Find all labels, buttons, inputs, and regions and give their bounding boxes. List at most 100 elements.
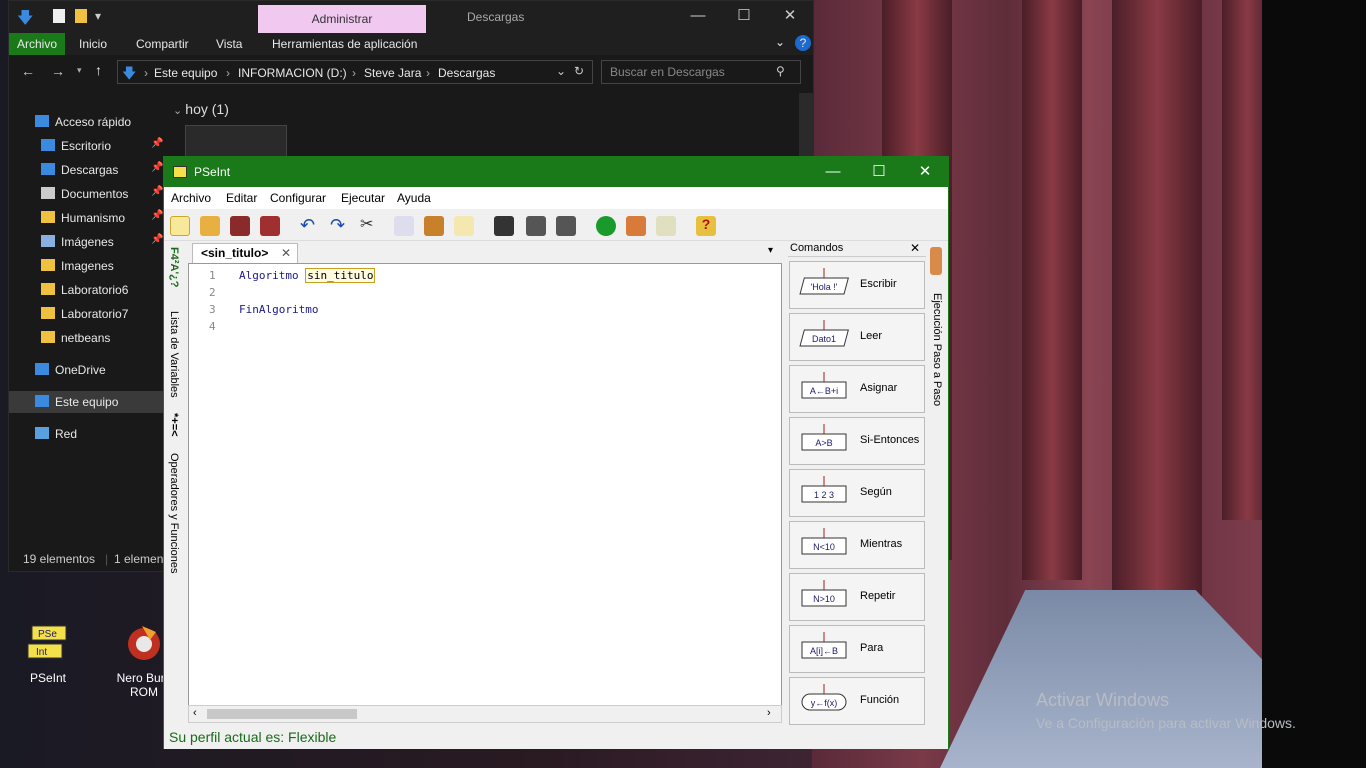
open-folder-icon[interactable] — [200, 216, 220, 236]
sidebar-item-documentos[interactable]: Documentos 📌 — [9, 183, 167, 205]
sidebar-item-netbeans[interactable]: netbeans — [9, 327, 167, 349]
new-folder-icon[interactable] — [75, 9, 87, 23]
sidebar-item-red[interactable]: Red — [9, 423, 167, 445]
close-icon[interactable]: ✕ — [767, 1, 813, 33]
help-icon[interactable]: ? — [795, 35, 811, 51]
tree-trunk — [1112, 0, 1202, 600]
redo-icon[interactable]: ↷ — [330, 216, 350, 236]
watermark-subtitle: Ve a Configuración para activar Windows. — [1036, 715, 1296, 731]
line-number: 4 — [209, 320, 216, 333]
save-icon[interactable] — [230, 216, 250, 236]
back-arrow-icon[interactable]: ← — [21, 63, 35, 79]
command-leer[interactable]: Dato1 Leer — [789, 313, 925, 361]
new-file-icon[interactable] — [170, 216, 190, 236]
scroll-left-icon[interactable]: ‹ — [193, 707, 197, 719]
commands-header: Comandos ✕ — [788, 241, 926, 257]
ribbon-tab-archivo[interactable]: Archivo — [9, 33, 65, 55]
sidebar-item-humanismo[interactable]: Humanismo 📌 — [9, 207, 167, 229]
command-escribir[interactable]: 'Hola !' Escribir — [789, 261, 925, 309]
desktop-icon-pseint[interactable]: PSe Int PSeInt — [8, 622, 88, 685]
undo-icon[interactable]: ↶ — [300, 216, 320, 236]
chevron-down-icon[interactable]: ⌄ — [775, 35, 785, 49]
search-input[interactable]: Buscar en Descargas ⚲ — [601, 60, 801, 84]
breadcrumb-item[interactable]: Steve Jara — [364, 66, 421, 80]
scroll-thumb[interactable] — [207, 709, 357, 719]
sidebar-item-label: netbeans — [61, 331, 111, 345]
find-icon[interactable] — [494, 216, 514, 236]
code-editor[interactable]: 1 Algoritmo sin_titulo 2 3 FinAlgoritmo … — [188, 263, 782, 723]
flowchart-icon[interactable] — [656, 216, 676, 236]
command-asignar[interactable]: A←B+i Asignar — [789, 365, 925, 413]
tab-ejecucion-paso-a-paso[interactable]: Ejecución Paso a Paso — [931, 293, 943, 406]
breadcrumb-item[interactable]: Este equipo — [154, 66, 217, 80]
sidebar-item-acceso-r-pido[interactable]: Acceso rápido — [9, 111, 167, 133]
explorer-scrollbar[interactable] — [799, 93, 813, 159]
close-icon[interactable]: ✕ — [902, 157, 948, 187]
paste-icon[interactable] — [424, 216, 444, 236]
sidebar-item-imagenes[interactable]: Imagenes — [9, 255, 167, 277]
sidebar-item-im-genes[interactable]: Imágenes 📌 — [9, 231, 167, 253]
command-si-entonces[interactable]: A>B Si-Entonces — [789, 417, 925, 465]
tab-operadores-y-funciones[interactable]: Operadores y Funciones — [168, 453, 180, 573]
sidebar-item-descargas[interactable]: Descargas 📌 — [9, 159, 167, 181]
command-repetir[interactable]: N>10 Repetir — [789, 573, 925, 621]
up-arrow-icon[interactable]: ↑ — [95, 62, 102, 78]
minimize-icon[interactable]: — — [810, 157, 856, 187]
minimize-icon[interactable]: — — [675, 1, 721, 33]
computer-icon — [35, 395, 49, 407]
editor-hscrollbar[interactable]: ‹ › — [188, 705, 782, 723]
menu-archivo[interactable]: Archivo — [171, 191, 211, 205]
navigation-pane: Acceso rápido Escritorio 📌 Descargas 📌 Docume… — [9, 93, 167, 543]
breadcrumb-separator: › — [352, 66, 356, 80]
tab-list-dropdown-icon[interactable]: ▾ — [768, 245, 773, 256]
maximize-icon[interactable]: ☐ — [721, 1, 767, 33]
chevron-down-icon[interactable]: ⌄ — [556, 64, 566, 78]
refresh-icon[interactable]: ↻ — [574, 64, 584, 78]
ribbon-tab-herramientas[interactable]: Herramientas de aplicación — [272, 37, 417, 51]
group-header[interactable]: ⌄ hoy (1) — [173, 101, 229, 117]
chevron-down-icon[interactable]: ▾ — [95, 9, 101, 23]
ribbon-tab-compartir[interactable]: Compartir — [136, 37, 189, 51]
save-as-icon[interactable] — [260, 216, 280, 236]
menu-ayuda[interactable]: Ayuda — [397, 191, 431, 205]
breadcrumb-item[interactable]: INFORMACION (D:) — [238, 66, 347, 80]
find-next-icon[interactable] — [556, 216, 576, 236]
ribbon-tab-inicio[interactable]: Inicio — [79, 37, 107, 51]
sidebar-item-este-equipo[interactable]: Este equipo — [9, 391, 167, 413]
copy-icon[interactable] — [394, 216, 414, 236]
file-thumbnail[interactable] — [185, 125, 287, 157]
ribbon-tab-vista[interactable]: Vista — [216, 37, 242, 51]
recent-dropdown-icon[interactable]: ▾ — [77, 65, 82, 76]
command-seg-n[interactable]: 1 2 3 Según — [789, 469, 925, 517]
cut-icon[interactable]: ✂ — [360, 216, 380, 236]
command-para[interactable]: A[i]←B Para — [789, 625, 925, 673]
run-icon[interactable] — [596, 216, 616, 236]
menu-editar[interactable]: Editar — [226, 191, 257, 205]
tab-sin-titulo[interactable]: <sin_titulo> ✕ — [192, 243, 298, 263]
close-tab-icon[interactable]: ✕ — [281, 246, 291, 260]
sidebar-item-laboratorio7[interactable]: Laboratorio7 — [9, 303, 167, 325]
sidebar-item-escritorio[interactable]: Escritorio 📌 — [9, 135, 167, 157]
step-by-step-icon[interactable] — [626, 216, 646, 236]
tab-lista-de-variables[interactable]: Lista de Variables — [168, 311, 180, 398]
close-icon[interactable]: ✕ — [910, 241, 920, 255]
command-mientras[interactable]: N<10 Mientras — [789, 521, 925, 569]
forward-arrow-icon[interactable]: → — [51, 63, 65, 79]
help-icon[interactable]: ? — [696, 216, 716, 236]
document-icon — [41, 187, 55, 199]
sidebar-item-laboratorio6[interactable]: Laboratorio6 — [9, 279, 167, 301]
menu-configurar[interactable]: Configurar — [270, 191, 326, 205]
code-keyword: Algoritmo — [239, 269, 299, 282]
maximize-icon[interactable]: ☐ — [856, 157, 902, 187]
command-funci-n[interactable]: y←f(x) Función — [789, 677, 925, 725]
indent-icon[interactable] — [454, 216, 474, 236]
scroll-right-icon[interactable]: › — [767, 707, 771, 719]
pseint-menubar: Archivo Editar Configurar Ejecutar Ayuda — [164, 187, 948, 209]
properties-icon[interactable] — [53, 9, 65, 23]
sidebar-item-onedrive[interactable]: OneDrive — [9, 359, 167, 381]
menu-ejecutar[interactable]: Ejecutar — [341, 191, 385, 205]
find-previous-icon[interactable] — [526, 216, 546, 236]
address-bar[interactable]: 🡇 › Este equipo › INFORMACION (D:) › Ste… — [117, 60, 593, 84]
breadcrumb-item[interactable]: Descargas — [438, 66, 495, 80]
tab-administrar[interactable]: Administrar — [258, 5, 426, 33]
